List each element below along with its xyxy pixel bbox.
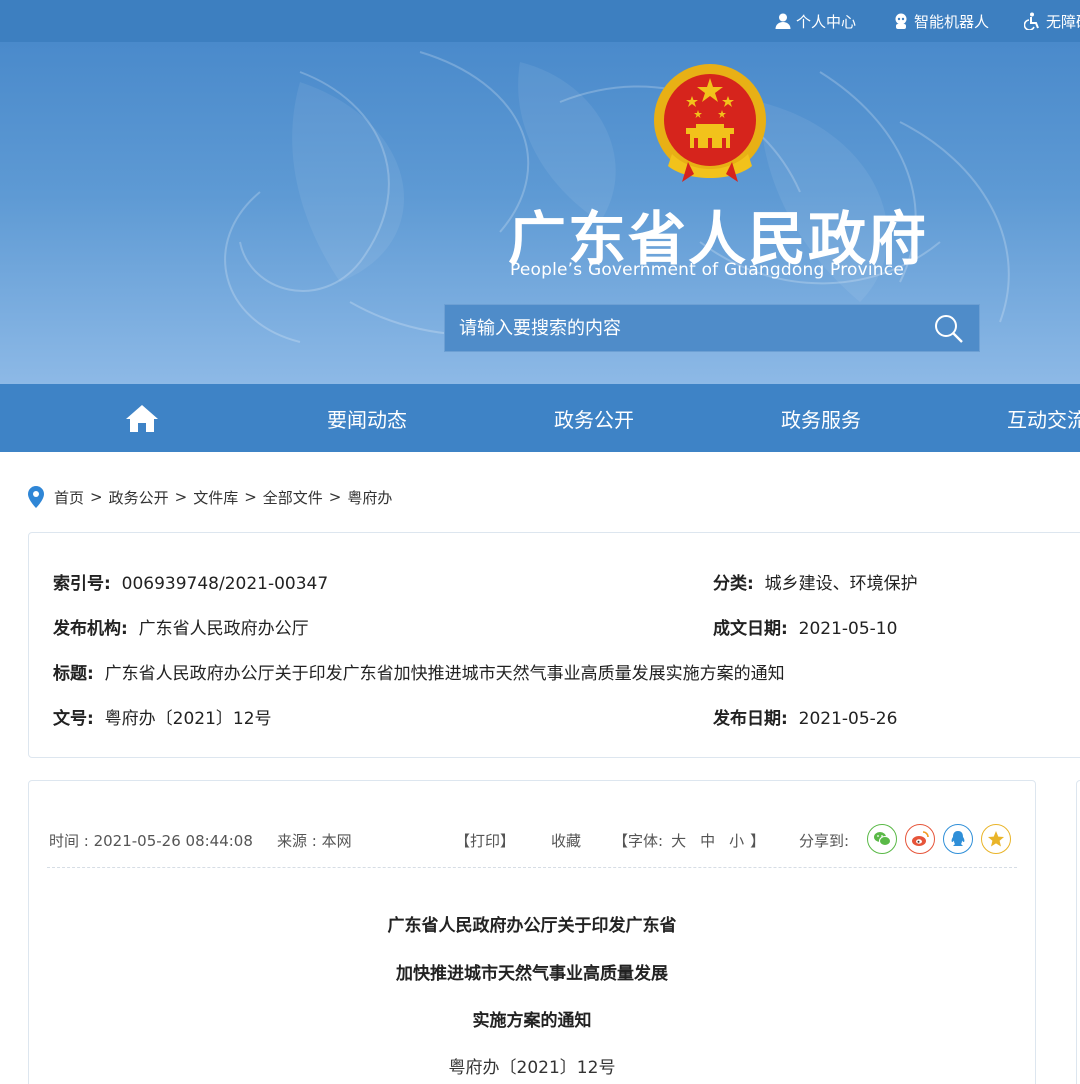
accessibility-link[interactable]: 无障碍	[1024, 0, 1080, 42]
home-icon	[126, 405, 158, 432]
article-time: 时间 : 2021-05-26 08:44:08	[49, 832, 253, 850]
print-button[interactable]: 【打印】	[455, 830, 515, 851]
breadcrumb: 首页 > 政务公开 > 文件库 > 全部文件 > 粤府办	[28, 484, 392, 510]
main-nav: 要闻动态 政务公开 政务服务 互动交流	[0, 384, 1080, 452]
meta-document-number: 文号: 粤府办〔2021〕12号	[53, 704, 272, 729]
breadcrumb-government-affairs[interactable]: 政务公开	[109, 487, 169, 508]
breadcrumb-file-library[interactable]: 文件库	[193, 487, 238, 508]
font-size-close: 】	[750, 832, 766, 850]
article-panel: 时间 : 2021-05-26 08:44:08 来源 : 本网 【打印】 收藏…	[28, 780, 1036, 1084]
meta-index-number: 索引号: 006939748/2021-00347	[53, 569, 328, 594]
meta-category-value: 城乡建设、环境保护	[764, 574, 918, 594]
national-emblem-logo	[654, 64, 766, 182]
meta-category-label: 分类:	[713, 574, 754, 594]
article-toolbar: 时间 : 2021-05-26 08:44:08 来源 : 本网 【打印】 收藏…	[47, 824, 1017, 854]
smart-robot-link[interactable]: 智能机器人	[892, 0, 989, 42]
document-metadata-panel: 索引号: 006939748/2021-00347 分类: 城乡建设、环境保护 …	[28, 532, 1080, 758]
document-number: 粤府办〔2021〕12号	[448, 1058, 616, 1078]
favorite-button[interactable]: 收藏	[551, 830, 581, 851]
nav-home[interactable]	[124, 384, 160, 452]
toolbar-divider	[47, 867, 1017, 868]
star-icon	[988, 831, 1004, 847]
sidebar-panel-edge	[1076, 780, 1080, 1084]
search-box	[444, 304, 980, 352]
share-weibo-button[interactable]	[905, 824, 935, 854]
font-size-label: 【字体:	[613, 832, 664, 850]
breadcrumb-separator: >	[244, 488, 257, 506]
robot-icon	[895, 13, 907, 29]
qq-icon	[951, 831, 965, 846]
document-title-line-1: 广东省人民政府办公厅关于印发广东省	[387, 916, 677, 936]
weibo-icon	[912, 831, 929, 846]
meta-docno-label: 文号:	[53, 709, 94, 729]
meta-created-value: 2021-05-10	[798, 619, 898, 639]
meta-issuer: 发布机构: 广东省人民政府办公厅	[53, 614, 309, 639]
site-subtitle: People’s Government of Guangdong Provinc…	[510, 260, 904, 280]
font-small-button[interactable]: 小	[729, 832, 744, 850]
document-title-line-3: 实施方案的通知	[472, 1011, 592, 1031]
meta-title-label: 标题:	[53, 664, 94, 684]
personal-center-label: 个人中心	[796, 12, 857, 31]
meta-category: 分类: 城乡建设、环境保护	[713, 569, 918, 594]
meta-published-value: 2021-05-26	[798, 709, 898, 729]
nav-item-interaction[interactable]: 互动交流	[1007, 384, 1080, 452]
article-source: 来源 : 本网	[277, 832, 352, 850]
share-wechat-button[interactable]	[867, 824, 897, 854]
meta-title-value: 广东省人民政府办公厅关于印发广东省加快推进城市天然气事业高质量发展实施方案的通知	[104, 664, 785, 684]
meta-published-label: 发布日期:	[713, 709, 788, 729]
location-pin-icon	[28, 486, 44, 508]
meta-title: 标题: 广东省人民政府办公厅关于印发广东省加快推进城市天然气事业高质量发展实施方…	[53, 659, 785, 684]
document-title-line-2: 加快推进城市天然气事业高质量发展	[396, 964, 668, 984]
breadcrumb-yuefuban[interactable]: 粤府办	[347, 487, 392, 508]
meta-created-date: 成文日期: 2021-05-10	[713, 614, 897, 639]
share-qq-button[interactable]	[943, 824, 973, 854]
breadcrumb-separator: >	[90, 488, 103, 506]
meta-issuer-value: 广东省人民政府办公厅	[138, 619, 309, 639]
breadcrumb-separator: >	[174, 488, 188, 506]
font-size-control: 【字体: 大中小】	[613, 830, 765, 851]
meta-docno-value: 粤府办〔2021〕12号	[104, 709, 272, 729]
accessibility-icon	[1024, 12, 1039, 30]
header-banner: 广东省人民政府 People’s Government of Guangdong…	[0, 42, 1080, 384]
search-icon[interactable]	[933, 313, 965, 345]
nav-item-government-affairs[interactable]: 政务公开	[554, 384, 634, 452]
breadcrumb-all-files[interactable]: 全部文件	[263, 487, 323, 508]
meta-created-label: 成文日期:	[713, 619, 788, 639]
wechat-icon	[874, 832, 891, 846]
meta-issuer-label: 发布机构:	[53, 619, 128, 639]
breadcrumb-home[interactable]: 首页	[54, 487, 84, 508]
breadcrumb-separator: >	[328, 488, 342, 506]
font-large-button[interactable]: 大	[671, 832, 686, 850]
meta-index-label: 索引号:	[53, 574, 111, 594]
user-icon	[775, 13, 791, 29]
personal-center-link[interactable]: 个人中心	[774, 0, 856, 42]
meta-index-value: 006939748/2021-00347	[121, 574, 329, 594]
nav-item-services[interactable]: 政务服务	[781, 384, 861, 452]
share-label: 分享到:	[799, 832, 850, 850]
accessibility-label: 无障碍	[1046, 12, 1080, 31]
font-medium-button[interactable]: 中	[700, 832, 715, 850]
search-input[interactable]	[445, 305, 915, 351]
top-utility-bar: 个人中心 智能机器人 无障碍	[0, 0, 1080, 42]
nav-item-news[interactable]: 要闻动态	[327, 384, 407, 452]
meta-published-date: 发布日期: 2021-05-26	[713, 704, 897, 729]
smart-robot-label: 智能机器人	[914, 12, 990, 31]
share-qzone-button[interactable]	[981, 824, 1011, 854]
